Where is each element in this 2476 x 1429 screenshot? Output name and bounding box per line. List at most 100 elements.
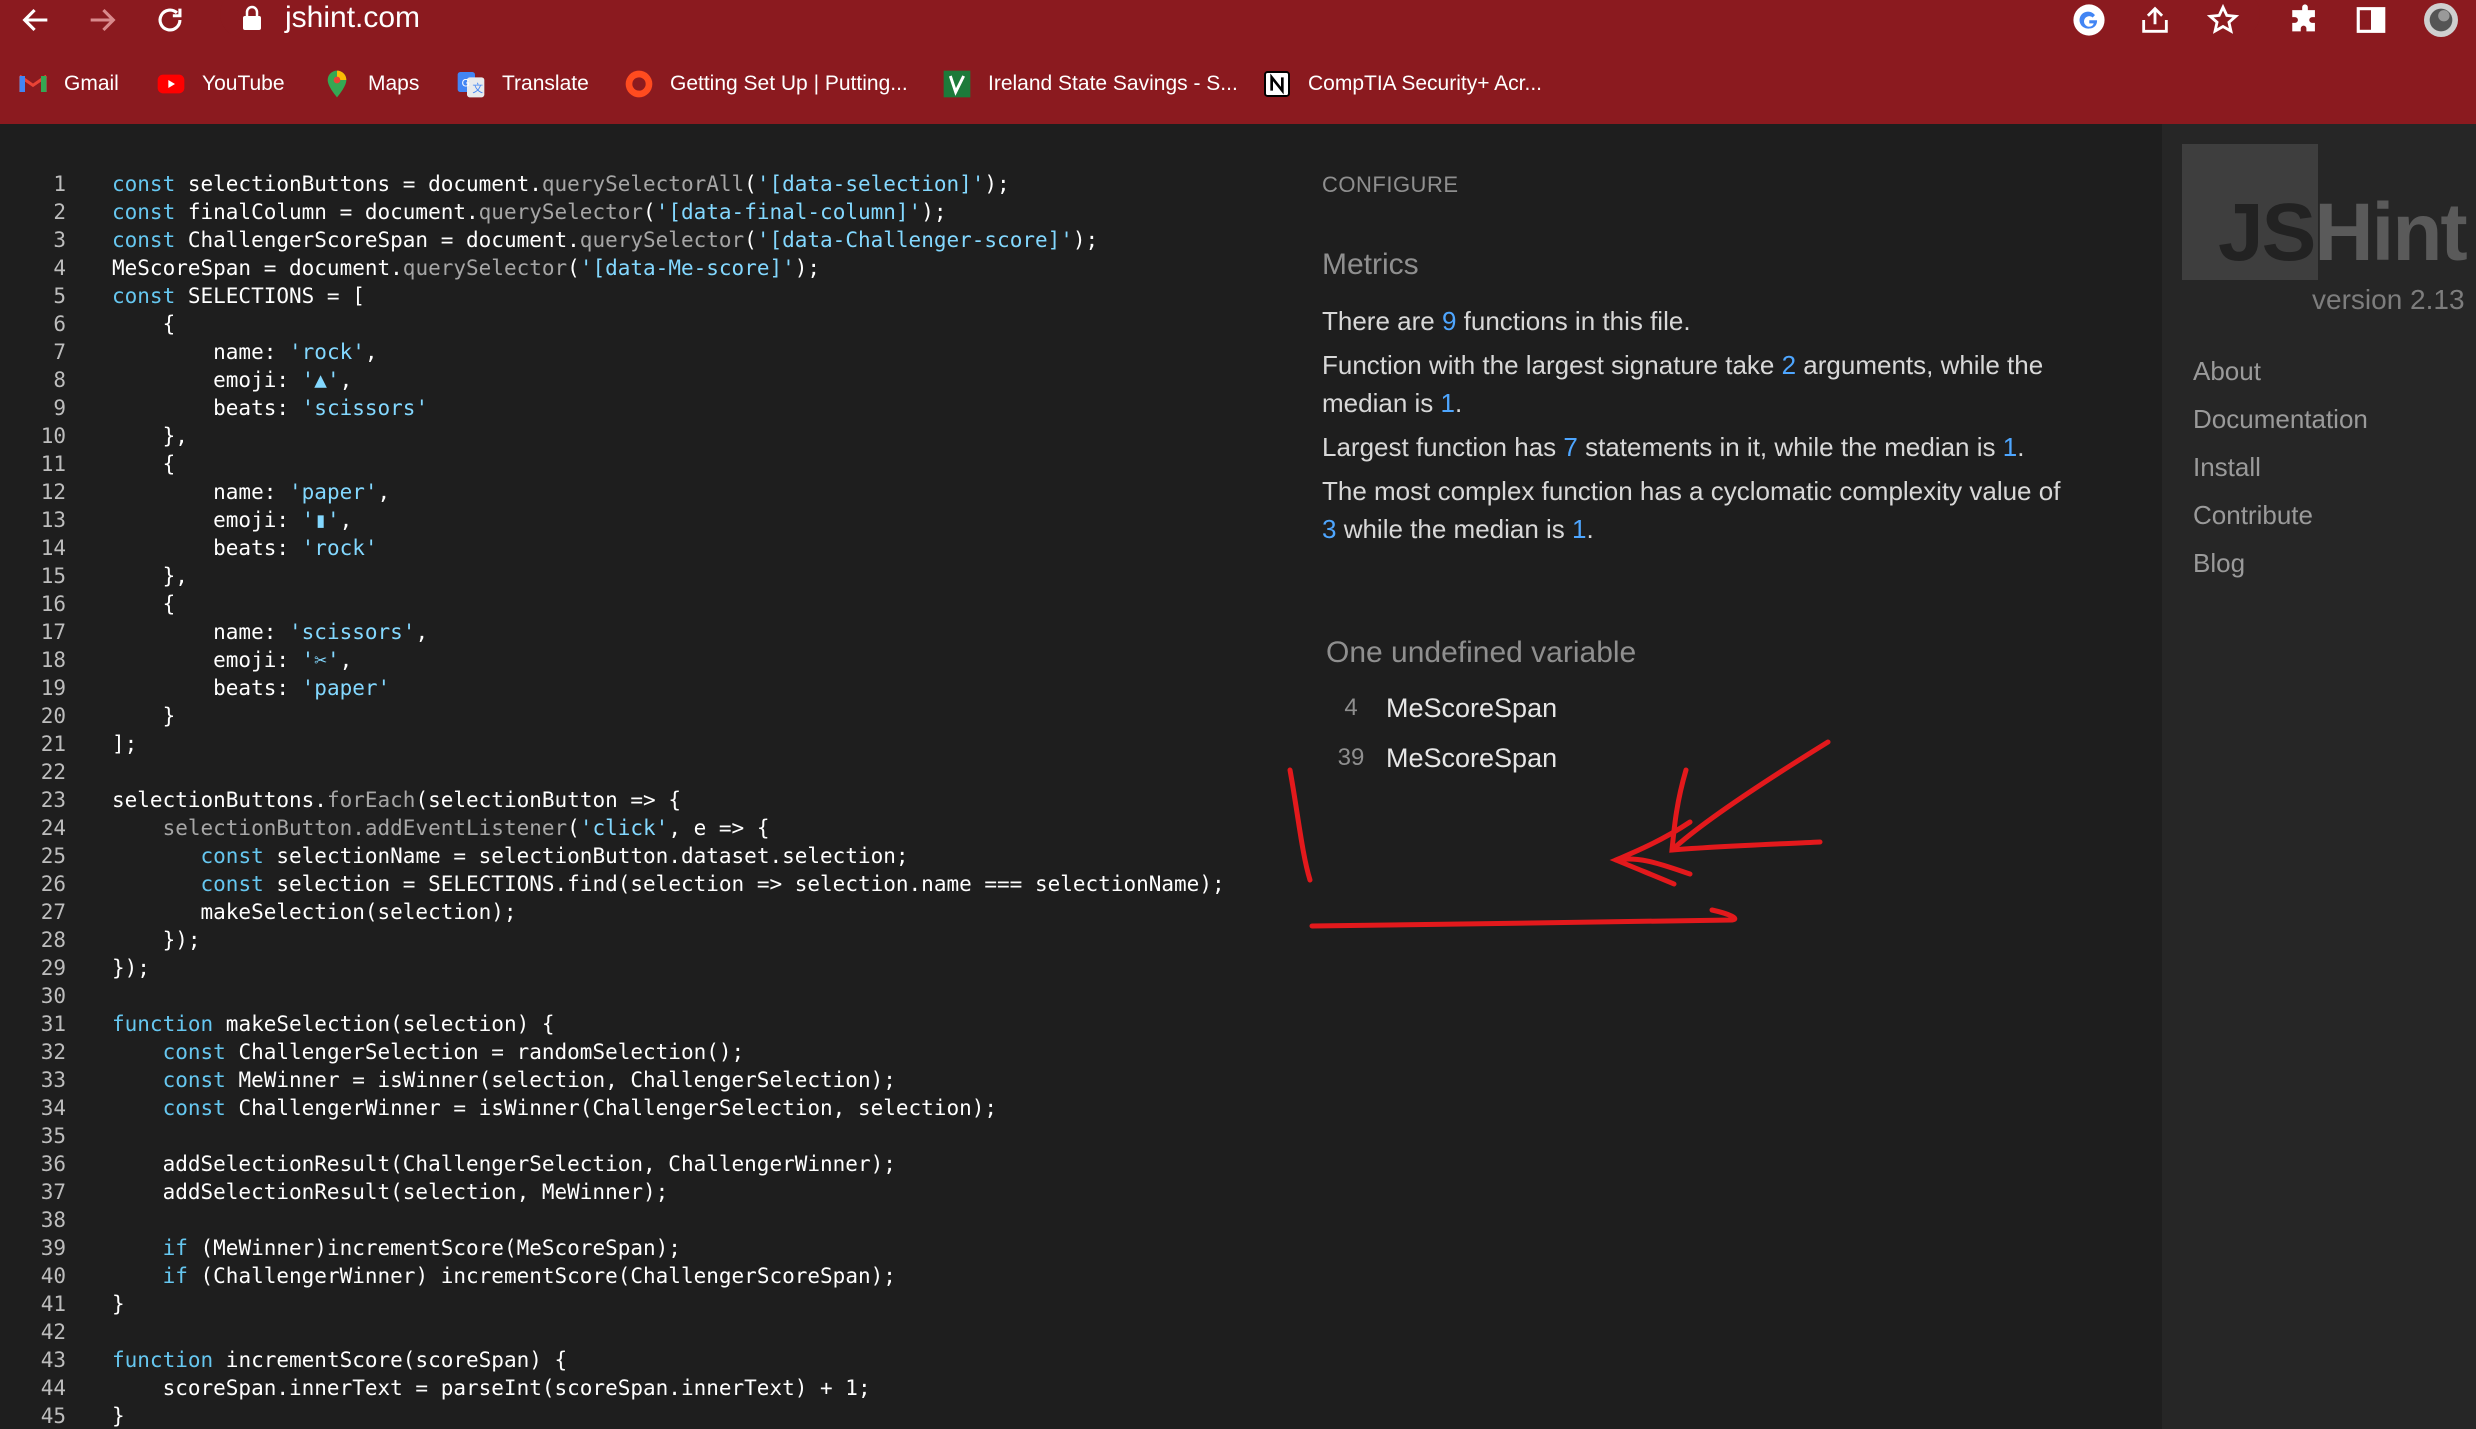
side-panel-button[interactable] <box>2348 0 2394 40</box>
code-line: name: 'paper', <box>112 480 391 504</box>
nav-link-documentation[interactable]: Documentation <box>2193 404 2368 435</box>
line-number: 14 <box>40 536 66 560</box>
bookmark-gmail[interactable]: Gmail <box>16 62 119 106</box>
code-line: function incrementScore(scoreSpan) { <box>112 1348 568 1372</box>
code-line: const selectionName = selectionButton.da… <box>200 844 909 868</box>
code-line: if (MeWinner)incrementScore(MeScoreSpan)… <box>162 1236 681 1260</box>
line-number: 27 <box>40 900 66 924</box>
code-content[interactable]: const selectionButtons = document.queryS… <box>112 170 1225 1429</box>
nav-link-blog[interactable]: Blog <box>2193 548 2245 579</box>
line-number: 42 <box>40 1320 66 1344</box>
code-line: { <box>112 452 176 476</box>
metric-statements: Largest function has 7 statements in it,… <box>1322 432 2025 462</box>
line-number: 33 <box>40 1068 66 1092</box>
undefined-line-number: 39 <box>1337 744 1365 771</box>
bookmark-label: Ireland State Savings - S... <box>988 72 1238 95</box>
jshint-sidebar: JSHint version 2.13 About Documentation … <box>2162 124 2476 1429</box>
annotation-vertical-stroke <box>1287 767 1313 883</box>
code-line: const ChallengerScoreSpan = document.que… <box>112 228 1099 252</box>
line-number: 12 <box>40 480 66 504</box>
line-number: 35 <box>40 1124 66 1148</box>
code-line: beats: 'scissors' <box>112 396 429 420</box>
line-number: 41 <box>40 1292 66 1316</box>
line-number: 40 <box>40 1264 66 1288</box>
reload-icon <box>158 8 182 32</box>
line-number: 8 <box>53 368 66 392</box>
notion-icon <box>1260 67 1294 101</box>
line-number: 11 <box>40 452 66 476</box>
bookmark-label: YouTube <box>202 72 285 95</box>
bookmark-maps[interactable]: Maps <box>320 62 419 106</box>
forward-button[interactable] <box>80 0 124 40</box>
bookmark-label: Gmail <box>64 72 119 95</box>
code-line: const selectionButtons = document.queryS… <box>112 172 1010 196</box>
bookmark-translate[interactable]: G文 Translate <box>454 62 589 106</box>
share-icon <box>2142 6 2168 33</box>
gmail-icon <box>16 67 50 101</box>
nav-link-about[interactable]: About <box>2193 356 2261 387</box>
google-icon <box>2073 4 2105 36</box>
avatar <box>2424 3 2458 37</box>
profile-button[interactable] <box>2418 0 2464 40</box>
side-panel-icon <box>2356 7 2386 33</box>
line-number: 23 <box>40 788 66 812</box>
url-text[interactable]: jshint.com <box>285 1 420 35</box>
extensions-button[interactable] <box>2282 0 2328 40</box>
code-line: selectionButton.addEventListener('click'… <box>162 816 770 840</box>
reload-button[interactable] <box>148 0 192 40</box>
google-lens-button[interactable] <box>2066 0 2112 40</box>
line-number: 36 <box>40 1152 66 1176</box>
line-number: 1 <box>53 172 66 196</box>
code-line: } <box>112 1404 125 1428</box>
browser-toolbar: jshint.com <box>0 0 2476 40</box>
line-number: 5 <box>53 284 66 308</box>
jshint-logo[interactable]: JSHint <box>2182 144 2476 284</box>
metrics-heading: Metrics <box>1322 248 1419 281</box>
bookmark-comptia[interactable]: CompTIA Security+ Acr... <box>1260 62 1542 106</box>
lock-icon[interactable] <box>240 3 264 33</box>
code-line: { <box>112 312 176 336</box>
undefined-variable-row[interactable]: 39 MeScoreSpan <box>1326 738 1557 778</box>
undefined-line-number: 4 <box>1344 694 1358 721</box>
code-line: } <box>112 1292 125 1316</box>
maps-icon <box>320 67 354 101</box>
configure-link[interactable]: CONFIGURE <box>1322 172 1459 198</box>
browser-chrome: jshint.com Gmail YouTube Maps G 文 Transl… <box>0 0 2476 124</box>
bookmark-star-button[interactable] <box>2200 0 2246 40</box>
arrow-left-icon <box>22 8 48 32</box>
metric-signature: Function with the largest signature take… <box>1322 350 2044 418</box>
jshint-page: 1 2 3 4 5 6 7 8 9 10 11 12 13 14 15 16 17 18 19 20 21 22 23 24 2… <box>0 124 2476 1429</box>
nav-link-contribute[interactable]: Contribute <box>2193 500 2313 531</box>
code-editor[interactable]: 1 2 3 4 5 6 7 8 9 10 11 12 13 14 15 16 17 18 19 20 21 22 23 24 2… <box>0 124 1290 1429</box>
code-line: makeSelection(selection); <box>112 900 517 924</box>
undefined-variables-heading: One undefined variable <box>1326 636 1637 669</box>
line-number: 17 <box>40 620 66 644</box>
code-line: if (ChallengerWinner) incrementScore(Cha… <box>162 1264 896 1288</box>
code-line: const SELECTIONS = [ <box>112 284 365 308</box>
line-number: 15 <box>40 564 66 588</box>
undefined-variable-row[interactable]: 4 MeScoreSpan <box>1326 688 1557 728</box>
code-line: name: 'scissors', <box>112 620 429 644</box>
code-line: emoji: '▲', <box>112 368 353 392</box>
back-button[interactable] <box>14 0 58 40</box>
puzzle-icon <box>2292 4 2315 32</box>
bookmark-label: Maps <box>368 72 420 95</box>
svg-text:文: 文 <box>472 82 483 95</box>
bookmark-state-savings[interactable]: Ireland State Savings - S... <box>940 62 1238 106</box>
nav-link-install[interactable]: Install <box>2193 452 2261 483</box>
share-button[interactable] <box>2132 0 2178 40</box>
line-number: 43 <box>40 1348 66 1372</box>
code-line: emoji: '✂', <box>112 648 353 672</box>
address-bar[interactable] <box>220 0 2260 38</box>
line-number: 18 <box>40 648 66 672</box>
bookmark-getting-set-up[interactable]: Getting Set Up | Putting... <box>622 62 908 106</box>
youtube-icon <box>154 67 188 101</box>
code-line: }, <box>112 564 188 588</box>
code-line: emoji: '▮', <box>112 508 353 532</box>
arrow-right-icon <box>90 8 116 32</box>
line-number: 6 <box>53 312 66 336</box>
bookmark-youtube[interactable]: YouTube <box>154 62 285 106</box>
line-number: 10 <box>40 424 66 448</box>
